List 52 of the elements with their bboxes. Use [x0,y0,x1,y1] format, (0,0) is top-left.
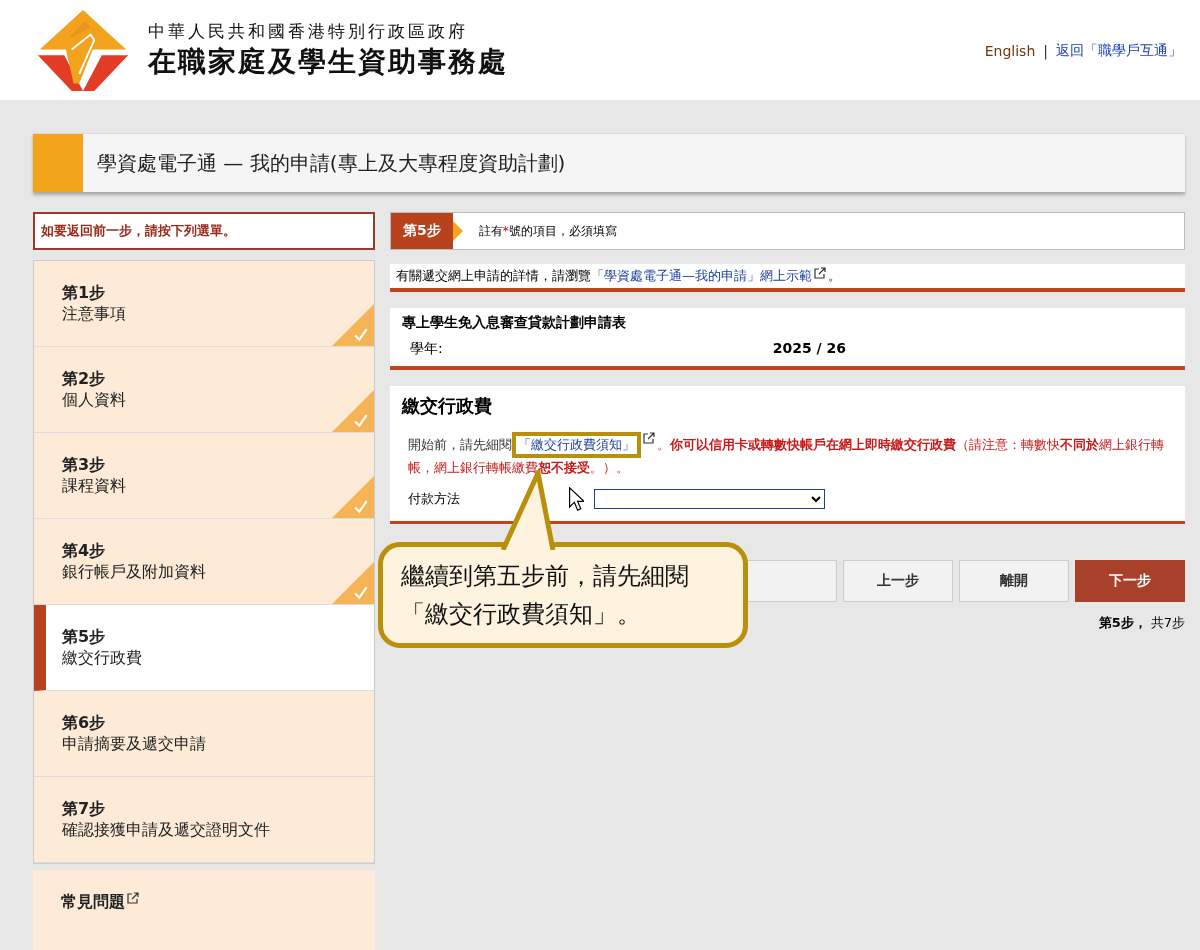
step-number: 第1步 [62,283,107,304]
external-link-icon [814,267,826,279]
callout-text: 繼續到第五步前，請先細閱 「繳交行政費須知」。 [401,562,689,628]
back-link[interactable]: 返回「職學戶互通」 [1056,42,1182,60]
step-label: 確認接獲申請及遞交證明文件 [62,820,271,841]
demo-link[interactable]: 「學資處電子通—我的申請」網上示範 [591,268,812,283]
page-title: 學資處電子通 — 我的申請(專上及大專程度資助計劃) [97,149,566,177]
pointer-cursor-icon [568,487,584,511]
step-item[interactable]: 第3步 課程資料 [34,433,374,519]
step-label: 銀行帳戶及附加資料 [62,562,207,583]
step-item[interactable]: 第2步 個人資料 [34,347,374,433]
nav-button[interactable]: 上一步 [843,560,953,602]
external-link-icon [127,892,139,904]
required-note: 註有*號的項目，必須填寫 [478,222,617,240]
step-item[interactable]: 第7步 確認接獲申請及遞交證明文件 [34,777,374,863]
fee-notes-link[interactable]: 「繳交行政費須知」 [512,432,641,458]
step-badge: 第5步 [391,213,453,249]
sidebar-notice: 如要返回前一步，請按下列選單。 [33,212,375,250]
government-name: 中華人民共和國香港特別行政區政府 [148,19,469,43]
step-number: 第3步 [62,455,107,476]
step-number: 第5步 [62,627,107,648]
step-number: 第4步 [62,541,107,562]
step-label: 個人資料 [62,390,127,411]
year-label: 學年: [410,340,443,358]
year-value: 2025 / 26 [772,340,847,358]
current-step: 第5步， [1098,614,1147,632]
step-label: 注意事項 [62,304,127,325]
external-link-icon [643,432,655,444]
agency-name: 在職家庭及學生資助事務處 [148,43,508,80]
step-number: 第2步 [62,369,107,390]
chevron-icon [452,221,463,241]
nav-button[interactable]: 離開 [959,560,1069,602]
faq-link[interactable]: 常見問題 [33,870,375,950]
payment-method-label: 付款方法 [408,490,461,508]
step-label: 課程資料 [62,476,127,497]
step-item[interactable]: 第4步 銀行帳戶及附加資料 [34,519,374,605]
form-title: 專上學生免入息審查貸款計劃申請表 [402,314,627,332]
total-steps: 共7步 [1150,614,1185,632]
step-label: 申請摘要及遞交申請 [62,734,207,755]
next-button[interactable]: 下一步 [1075,560,1185,602]
step-label: 繳交行政費 [62,648,143,669]
section-title: 繳交行政費 [402,394,493,418]
title-accent-bar [33,134,83,192]
step-item[interactable]: 第5步 繳交行政費 [34,605,374,691]
language-link[interactable]: English [984,43,1036,59]
info-text: 有關遞交網上申請的詳情，請瀏覽「學資處電子通—我的申請」網上示範 。 [396,268,841,283]
step-item[interactable]: 第6步 申請摘要及遞交申請 [34,691,374,777]
step-number: 第6步 [62,713,107,734]
payment-method-dropdown[interactable] [594,489,825,509]
step-item[interactable]: 第1步 注意事項 [34,261,374,347]
separator: | [1043,43,1048,59]
step-number: 第7步 [62,799,107,820]
